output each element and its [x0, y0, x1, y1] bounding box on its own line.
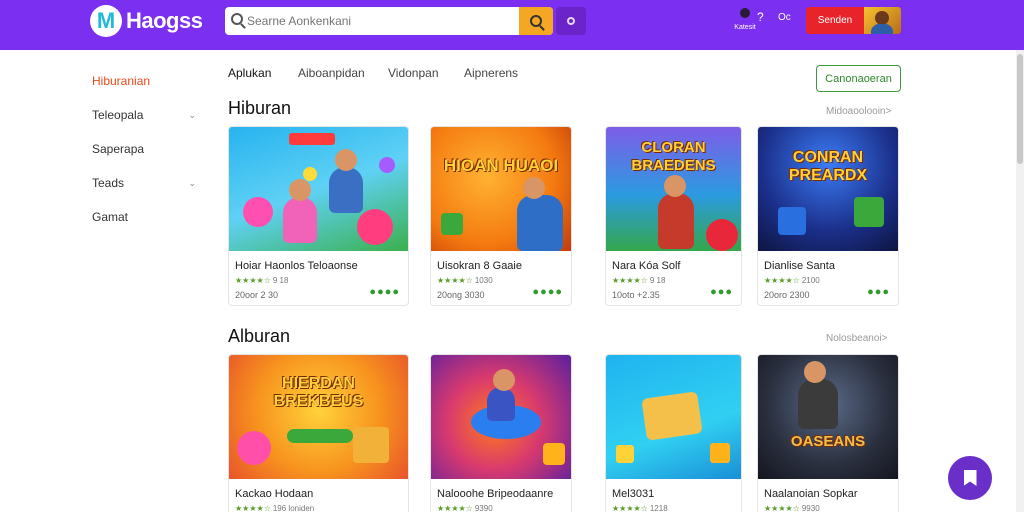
language-switch[interactable]: Oc — [778, 12, 791, 23]
app-meta: 20ong 3030 — [437, 290, 485, 300]
account-menu[interactable]: Katesit — [730, 6, 760, 31]
app-thumbnail: HIOAN HUAOI — [431, 127, 571, 251]
star-rating: ★★★★☆ 196 loniden — [235, 504, 315, 512]
app-card[interactable]: Hoiar Haonlos Teloaonse ★★★★☆ 9 18 20oor … — [228, 126, 409, 306]
app-meta: 20oor 2 30 — [235, 290, 279, 300]
sidebar-item-label: Saperapa — [92, 142, 145, 156]
star-rating: ★★★★☆ 9390 — [437, 504, 493, 512]
tab-aiboanpidan[interactable]: Aiboanpidan — [298, 66, 365, 80]
vertical-scrollbar[interactable] — [1016, 50, 1024, 512]
app-meta: 10oto +2.35 — [612, 290, 660, 300]
star-rating: ★★★★☆ 9 18 — [612, 276, 666, 285]
see-more-link[interactable]: Nolosbeanoi> — [826, 333, 887, 344]
star-rating: ★★★★☆ 1030 — [437, 276, 493, 285]
app-card[interactable]: Nalooohe Bripeodaanre ★★★★☆ 9390 — [430, 354, 572, 512]
logo-icon: M — [90, 5, 122, 37]
sidebar-item-gamat[interactable]: Gamat — [92, 200, 202, 234]
top-navigation-bar: M Haogss Katesit ? Oc Senden — [0, 0, 1024, 50]
account-label: Katesit — [734, 24, 756, 31]
app-thumbnail: HIERDAN BREKBEUS — [229, 355, 408, 479]
app-name: Nara Kóa Solf — [612, 260, 681, 272]
user-icon — [740, 8, 750, 18]
help-icon[interactable]: ? — [757, 10, 764, 24]
star-rating: ★★★★☆ 9 18 — [235, 276, 289, 285]
scrollbar-thumb[interactable] — [1017, 54, 1023, 164]
sidebar-item-saperapa[interactable]: Saperapa — [92, 132, 202, 166]
app-name: Naalanoian Sopkar — [764, 488, 858, 500]
app-name: Dianlise Santa — [764, 260, 835, 272]
more-options-icon[interactable]: ●●●● — [532, 286, 563, 298]
chevron-down-icon: ⌄ — [188, 110, 196, 120]
bookmark-icon — [963, 470, 977, 486]
app-thumbnail — [431, 355, 571, 479]
star-rating: ★★★★☆ 9930 — [764, 504, 820, 512]
app-name: Kackao Hodaan — [235, 488, 314, 500]
app-card[interactable]: HIOAN HUAOI Uisokran 8 Gaaie ★★★★☆ 1030 2… — [430, 126, 572, 306]
sidebar-item-teleopala[interactable]: Teleopala ⌄ — [92, 98, 202, 132]
app-name: Nalooohe Bripeodaanre — [437, 488, 554, 500]
thumbnail-title: HIOAN HUAOI — [443, 156, 559, 175]
send-button[interactable]: Senden — [806, 7, 864, 34]
app-thumbnail — [606, 355, 741, 479]
app-card[interactable]: CLORAN BRAEDENS Nara Kóa Solf ★★★★☆ 9 18 … — [605, 126, 742, 306]
section-title: Alburan — [228, 326, 291, 346]
magnifier-icon — [530, 15, 542, 27]
category-button[interactable]: Canonaoeran — [816, 65, 901, 92]
tab-aplukan[interactable]: Aplukan — [228, 66, 271, 80]
search-button[interactable] — [519, 7, 553, 35]
app-name: Hoiar Haonlos Teloaonse — [235, 260, 358, 272]
thumbnail-title: CLORAN BRAEDENS — [631, 139, 716, 174]
star-rating: ★★★★☆ 1218 — [612, 504, 668, 512]
app-name: Uisokran 8 Gaaie — [437, 260, 522, 272]
sidebar-item-label: Teleopala — [92, 108, 144, 122]
star-rating: ★★★★☆ 2100 — [764, 276, 820, 285]
see-more-link[interactable]: Midoaoolooin> — [826, 106, 891, 117]
app-meta: 20oro 2300 — [764, 290, 810, 300]
tab-vidonpan[interactable]: Vidonpan — [388, 66, 439, 80]
app-card[interactable]: Mel3031 ★★★★☆ 1218 — [605, 354, 742, 512]
app-thumbnail — [229, 127, 408, 251]
search-icon — [231, 13, 243, 25]
sidebar-item-label: Hiburanian — [92, 74, 151, 88]
search-box[interactable] — [225, 7, 553, 35]
bookmark-fab-button[interactable] — [948, 456, 992, 500]
logo-text: Haogss — [126, 8, 203, 33]
voice-search-button[interactable] — [556, 7, 586, 35]
app-thumbnail: CONRAN PREARDX — [758, 127, 898, 251]
app-card[interactable]: HIERDAN BREKBEUS Kackao Hodaan ★★★★☆ 196 … — [228, 354, 409, 512]
thumbnail-title: CONRAN PREARDX — [788, 149, 868, 184]
thumbnail-title: HIERDAN BREKBEUS — [273, 375, 364, 410]
search-input[interactable] — [247, 7, 537, 35]
more-options-icon[interactable]: ●●● — [867, 286, 890, 298]
sidebar: Hiburanian Teleopala ⌄ Saperapa Teads ⌄ … — [92, 64, 202, 234]
more-options-icon[interactable]: ●●● — [710, 286, 733, 298]
app-thumbnail: OASEANS — [758, 355, 898, 479]
thumbnail-title: OASEANS — [790, 433, 866, 450]
sidebar-item-hiburanian[interactable]: Hiburanian — [92, 64, 202, 98]
avatar[interactable] — [864, 7, 901, 34]
more-options-icon[interactable]: ●●●● — [369, 286, 400, 298]
sidebar-item-teads[interactable]: Teads ⌄ — [92, 166, 202, 200]
tab-aipnerens[interactable]: Aipnerens — [464, 66, 518, 80]
sidebar-item-label: Teads — [92, 176, 125, 190]
chevron-down-icon: ⌄ — [188, 178, 196, 188]
app-card[interactable]: OASEANS Naalanoian Sopkar ★★★★☆ 9930 — [757, 354, 899, 512]
site-logo[interactable]: M Haogss — [90, 5, 203, 37]
sidebar-item-label: Gamat — [92, 210, 129, 224]
app-name: Mel3031 — [612, 488, 655, 500]
app-card[interactable]: CONRAN PREARDX Dianlise Santa ★★★★☆ 2100 … — [757, 126, 899, 306]
app-thumbnail: CLORAN BRAEDENS — [606, 127, 741, 251]
record-icon — [567, 17, 575, 25]
section-title: Hiburan — [228, 98, 292, 118]
